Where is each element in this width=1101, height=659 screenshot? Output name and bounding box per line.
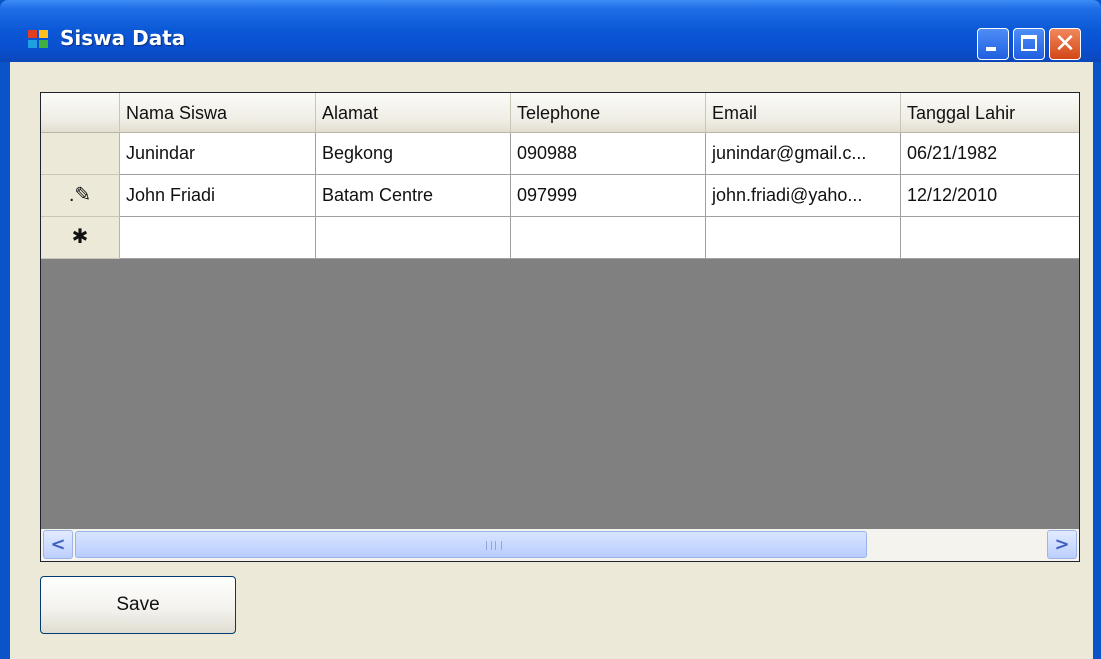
column-header[interactable]: Email (706, 93, 901, 133)
form-icon (28, 30, 50, 50)
grid-cell[interactable]: junindar@gmail.c... (706, 133, 901, 175)
close-icon: ✕ (1054, 29, 1076, 59)
grid-cell[interactable] (706, 217, 901, 259)
maximize-button[interactable] (1013, 28, 1045, 60)
minimize-icon (986, 47, 996, 51)
grid-cell[interactable]: Junindar (120, 133, 316, 175)
column-header[interactable]: Nama Siswa (120, 93, 316, 133)
app-window: Siswa Data ✕ < > Nama Siswa Alamat Telepho… (0, 0, 1101, 659)
column-header[interactable]: Telephone (511, 93, 706, 133)
scroll-left-button[interactable]: < (43, 530, 73, 559)
maximize-icon (1021, 35, 1037, 51)
grid-cell[interactable]: 12/12/2010 (901, 175, 1079, 217)
horizontal-scrollbar[interactable]: < > (41, 529, 1079, 561)
window-title: Siswa Data (60, 26, 186, 50)
grid-cell[interactable]: 097999 (511, 175, 706, 217)
grid-cell[interactable] (120, 217, 316, 259)
grid-cell[interactable]: john.friadi@yaho... (706, 175, 901, 217)
grid-cell[interactable]: Begkong (316, 133, 511, 175)
grid-cell[interactable] (511, 217, 706, 259)
grip-icon (486, 541, 502, 550)
row-header[interactable] (41, 133, 120, 175)
chevron-right-icon: > (1054, 534, 1070, 555)
save-button[interactable]: Save (40, 576, 236, 634)
scroll-right-button[interactable]: > (1047, 530, 1077, 559)
grid-cell[interactable]: 06/21/1982 (901, 133, 1079, 175)
grid-cell[interactable]: John Friadi (120, 175, 316, 217)
close-button[interactable]: ✕ (1049, 28, 1081, 60)
column-header[interactable]: Tanggal Lahir (901, 93, 1079, 133)
grid-cell[interactable]: Batam Centre (316, 175, 511, 217)
grid-cell[interactable]: 090988 (511, 133, 706, 175)
chevron-left-icon: < (50, 534, 66, 555)
data-grid[interactable]: < > Nama Siswa Alamat Telephone Email Tangga… (40, 92, 1080, 562)
row-header[interactable]: .✎ (41, 175, 120, 217)
column-header[interactable]: Alamat (316, 93, 511, 133)
grid-cell[interactable] (901, 217, 1079, 259)
minimize-button[interactable] (977, 28, 1009, 60)
scroll-thumb[interactable] (75, 531, 867, 558)
title-bar[interactable]: Siswa Data ✕ (0, 0, 1101, 62)
header-corner[interactable] (41, 93, 120, 133)
row-header[interactable]: ✱ (41, 217, 120, 259)
grid-cell[interactable] (316, 217, 511, 259)
